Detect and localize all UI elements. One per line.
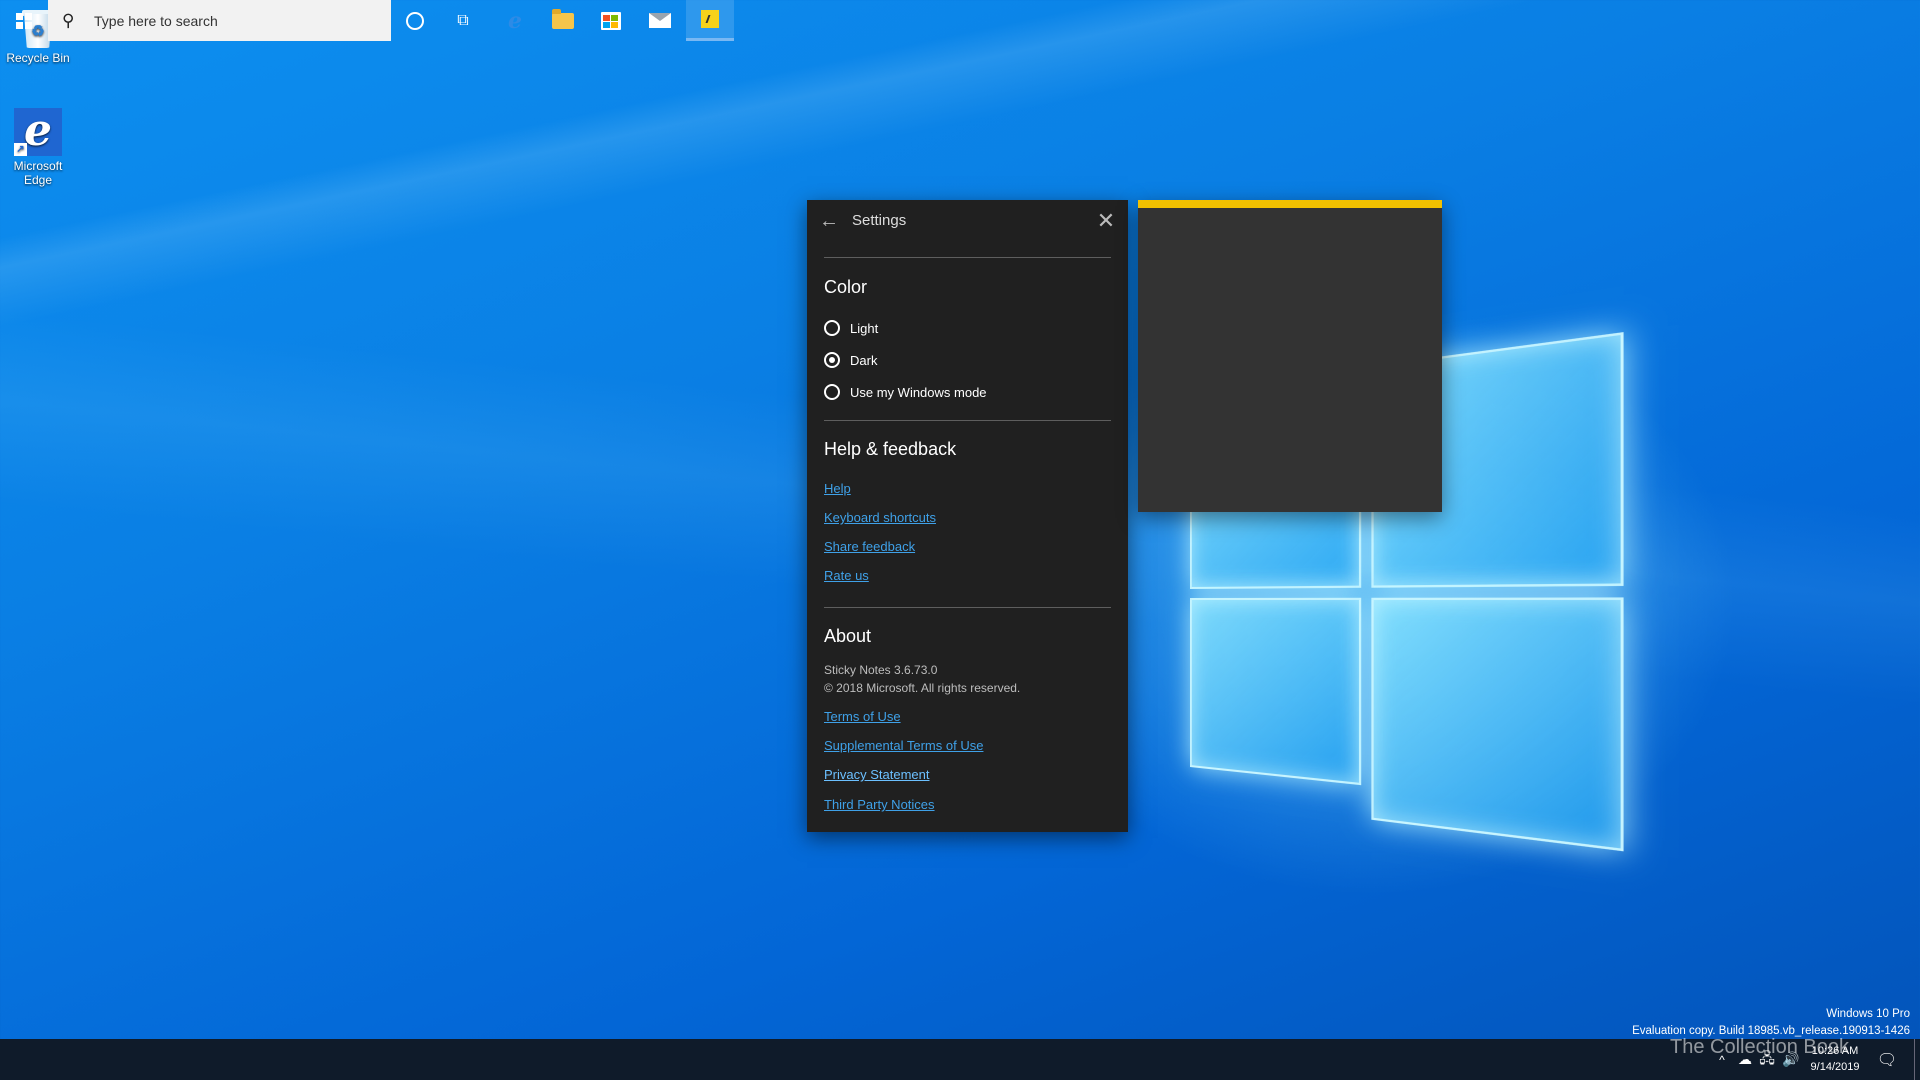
chevron-up-icon: ^ (1719, 1053, 1725, 1067)
edge-icon: e ↗ (14, 108, 62, 156)
about-section-title: About (824, 626, 871, 647)
radio-label: Light (850, 321, 878, 336)
cortana-icon (406, 12, 424, 30)
share-feedback-link[interactable]: Share feedback (824, 539, 915, 554)
divider (824, 607, 1111, 608)
notification-icon: 🗨 (1877, 1050, 1897, 1070)
mail-icon (649, 13, 671, 28)
edge-icon: e (508, 8, 522, 34)
copyright-text: © 2018 Microsoft. All rights reserved. (824, 681, 1020, 695)
action-center-button[interactable]: 🗨 (1872, 1039, 1902, 1080)
sticky-note-window[interactable] (1138, 200, 1442, 512)
taskbar-edge-button[interactable]: e (491, 0, 539, 41)
network-tray-button[interactable]: 🖧 (1756, 1039, 1778, 1080)
search-icon: ⚲ (62, 11, 84, 31)
task-view-button[interactable]: ⧉ (444, 0, 482, 41)
volume-tray-button[interactable]: 🔊 (1780, 1039, 1802, 1080)
radio-light[interactable]: Light (824, 317, 878, 339)
close-icon[interactable]: ✕ (1094, 209, 1118, 233)
divider (824, 257, 1111, 258)
radio-button-checked[interactable] (824, 352, 840, 368)
help-feedback-section-title: Help & feedback (824, 439, 956, 460)
taskbar-mail-button[interactable] (636, 0, 684, 41)
radio-button[interactable] (824, 320, 840, 336)
rate-us-link[interactable]: Rate us (824, 568, 869, 583)
store-icon (601, 12, 621, 30)
taskbar-file-explorer-button[interactable] (539, 0, 587, 41)
sticky-notes-icon (701, 10, 719, 28)
edition-text: Windows 10 Pro (1632, 1006, 1910, 1023)
app-version: Sticky Notes 3.6.73.0 (824, 663, 937, 677)
sticky-note-title-bar[interactable] (1138, 200, 1442, 208)
folder-icon (552, 13, 574, 29)
color-section-title: Color (824, 277, 867, 298)
settings-titlebar: ← Settings ✕ (807, 200, 1128, 242)
taskbar-search-box[interactable]: ⚲ Type here to search (48, 0, 391, 41)
third-party-notices-link[interactable]: Third Party Notices (824, 797, 935, 812)
terms-of-use-link[interactable]: Terms of Use (824, 709, 901, 724)
onedrive-tray-button[interactable]: ☁ (1734, 1039, 1756, 1080)
help-link[interactable]: Help (824, 481, 851, 496)
network-icon: 🖧 (1759, 1048, 1775, 1072)
settings-title: Settings (852, 212, 906, 229)
taskbar (0, 1039, 1920, 1080)
back-arrow-icon[interactable]: ← (817, 209, 841, 233)
desktop-icon-label: Recycle Bin (1, 51, 75, 65)
clock-date: 9/14/2019 (1802, 1059, 1868, 1075)
start-button[interactable] (0, 0, 48, 41)
taskbar-sticky-notes-button[interactable] (686, 0, 734, 41)
radio-dark[interactable]: Dark (824, 349, 877, 371)
taskbar-clock[interactable]: 10:26 AM 9/14/2019 (1802, 1043, 1868, 1075)
search-placeholder: Type here to search (94, 13, 218, 29)
radio-label: Use my Windows mode (850, 385, 987, 400)
radio-button[interactable] (824, 384, 840, 400)
radio-use-windows-mode[interactable]: Use my Windows mode (824, 381, 987, 403)
show-desktop-button[interactable] (1914, 1039, 1920, 1080)
privacy-statement-link[interactable]: Privacy Statement (824, 767, 930, 782)
show-hidden-icons-button[interactable]: ^ (1712, 1039, 1732, 1080)
cortana-button[interactable] (396, 0, 434, 41)
windows-logo-icon (16, 13, 32, 29)
cloud-icon: ☁ (1738, 1051, 1752, 1068)
keyboard-shortcuts-link[interactable]: Keyboard shortcuts (824, 510, 936, 525)
divider (824, 420, 1111, 421)
supplemental-terms-link[interactable]: Supplemental Terms of Use (824, 738, 983, 753)
speaker-icon: 🔊 (1782, 1051, 1799, 1068)
windows-watermark: Windows 10 Pro Evaluation copy. Build 18… (1632, 1006, 1910, 1040)
task-view-icon: ⧉ (457, 12, 468, 30)
taskbar-store-button[interactable] (587, 0, 635, 41)
desktop-icon-microsoft-edge[interactable]: e ↗ Microsoft Edge (1, 108, 75, 187)
desktop-icon-label: Microsoft Edge (1, 159, 75, 187)
clock-time: 10:26 AM (1802, 1043, 1868, 1059)
radio-label: Dark (850, 353, 877, 368)
sticky-notes-settings-panel: ← Settings ✕ Color Light Dark Use my Win… (807, 200, 1128, 832)
